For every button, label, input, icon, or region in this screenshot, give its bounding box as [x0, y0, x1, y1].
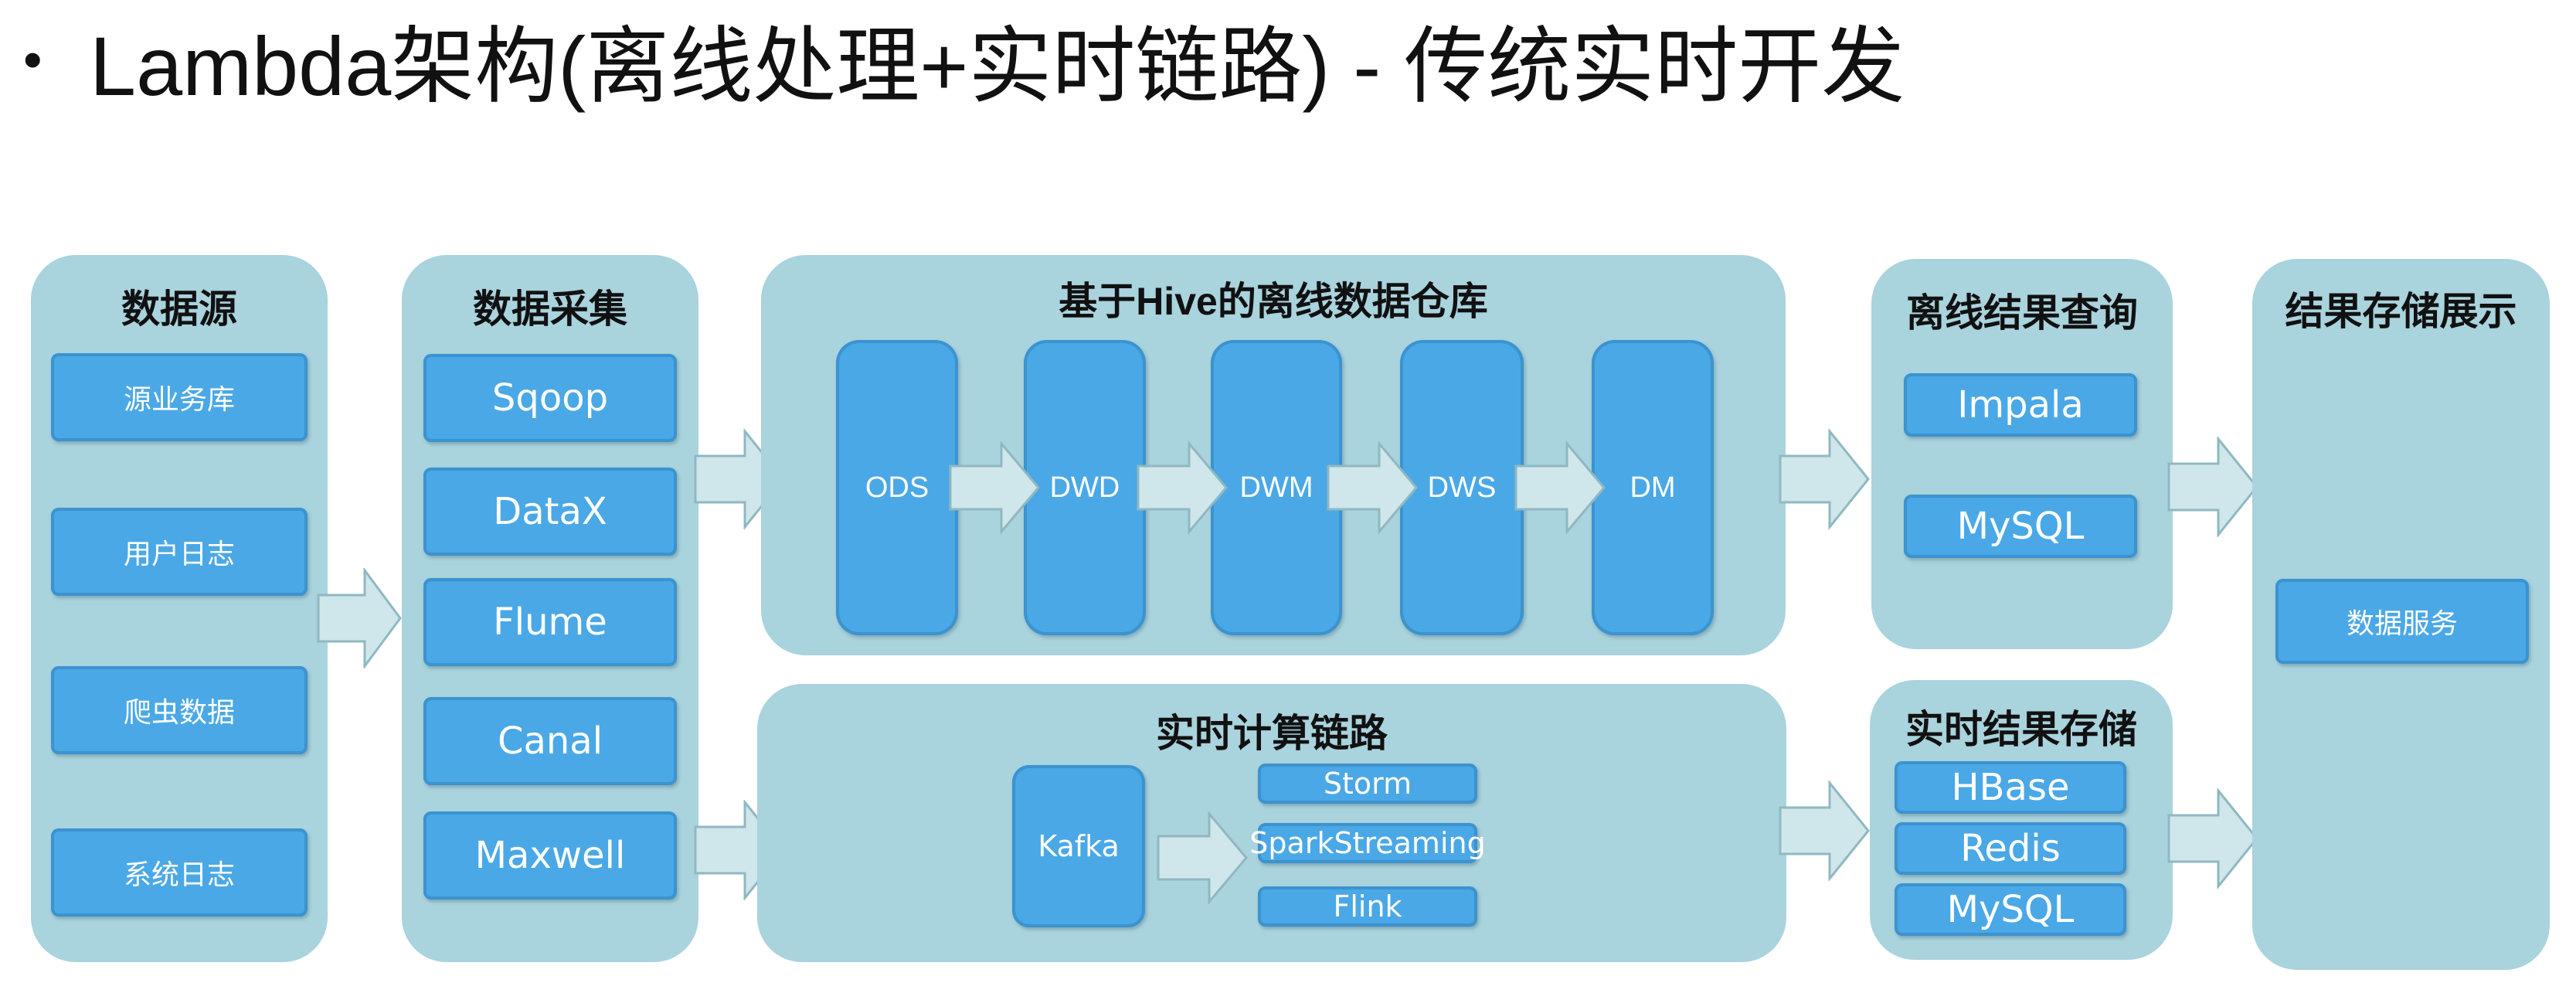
- query-impala: Impala: [1904, 373, 2137, 437]
- source-business-db: 源业务库: [51, 353, 308, 441]
- collector-sqoop: Sqoop: [423, 354, 677, 442]
- data-collection-panel: 数据采集 Sqoop DataX Flume Canal Maxwell: [402, 255, 698, 962]
- title-bullet: •: [23, 29, 42, 90]
- data-collection-title: 数据采集: [473, 287, 627, 332]
- kafka-box: Kafka: [1012, 765, 1145, 927]
- offline-query-panel: 离线结果查询 Impala MySQL: [1871, 259, 2173, 649]
- collector-maxwell: Maxwell: [423, 811, 677, 900]
- offline-warehouse-title-hive: Hive: [1136, 280, 1218, 323]
- data-sources-title: 数据源: [121, 287, 237, 332]
- arrow-dws-to-dm: [1514, 441, 1606, 534]
- engine-sparkstreaming: SparkStreaming: [1249, 823, 1486, 863]
- realtime-storage-title: 实时结果存储: [1905, 707, 2137, 752]
- data-service-box: 数据服务: [2275, 579, 2529, 664]
- arrow-dwm-to-dws: [1327, 441, 1418, 534]
- offline-query-title: 离线结果查询: [1906, 291, 2138, 335]
- source-user-logs: 用户日志: [51, 508, 308, 596]
- stage-dwd: DWD: [1024, 340, 1146, 635]
- offline-warehouse-title: 基于Hive的离线数据仓库: [761, 270, 1786, 326]
- arrow-ods-to-dwd: [949, 441, 1040, 534]
- arrow-storage-to-display: [2167, 788, 2258, 889]
- collector-datax: DataX: [423, 468, 677, 556]
- offline-warehouse-title-prefix: 基于: [1059, 279, 1137, 324]
- title-text: Lambda架构(离线处理+实时链路) - 传统实时开发: [90, 19, 1905, 113]
- storage-mysql: MySQL: [1895, 883, 2126, 936]
- arrow-sources-to-collection: [317, 568, 402, 668]
- arrow-realtime-to-storage: [1779, 781, 1870, 881]
- engine-flink: Flink: [1258, 886, 1477, 927]
- storage-hbase: HBase: [1895, 761, 2126, 814]
- source-system-logs: 系统日志: [51, 828, 308, 917]
- realtime-title: 实时计算链路: [1156, 711, 1388, 756]
- page-title: • Lambda架构(离线处理+实时链路) - 传统实时开发: [23, 2, 1905, 117]
- offline-warehouse-title-suffix: 的离线数据仓库: [1217, 279, 1488, 324]
- source-crawler-data: 爬虫数据: [51, 666, 308, 754]
- result-display-title: 结果存储展示: [2285, 289, 2517, 334]
- engine-storm: Storm: [1258, 764, 1477, 804]
- arrow-offline-to-query: [1779, 429, 1870, 529]
- result-display-panel: 结果存储展示 数据服务: [2252, 259, 2550, 970]
- stage-dm: DM: [1592, 340, 1714, 635]
- query-mysql: MySQL: [1904, 495, 2137, 558]
- collector-canal: Canal: [423, 697, 677, 785]
- stage-dwm: DWM: [1211, 340, 1342, 635]
- offline-warehouse-panel: 基于Hive的离线数据仓库 ODS DWD DWM DWS DM: [761, 255, 1786, 655]
- arrow-query-to-display: [2167, 437, 2258, 537]
- realtime-panel: 实时计算链路 Kafka Storm SparkStreaming Flink: [757, 684, 1786, 962]
- stage-ods: ODS: [836, 340, 958, 635]
- arrow-kafka-to-engines: [1157, 811, 1248, 904]
- arrow-dwd-to-dwm: [1137, 441, 1228, 534]
- data-sources-panel: 数据源 源业务库 用户日志 爬虫数据 系统日志: [31, 255, 328, 962]
- storage-redis: Redis: [1895, 822, 2126, 875]
- realtime-storage-panel: 实时结果存储 HBase Redis MySQL: [1870, 680, 2173, 960]
- collector-flume: Flume: [423, 578, 677, 666]
